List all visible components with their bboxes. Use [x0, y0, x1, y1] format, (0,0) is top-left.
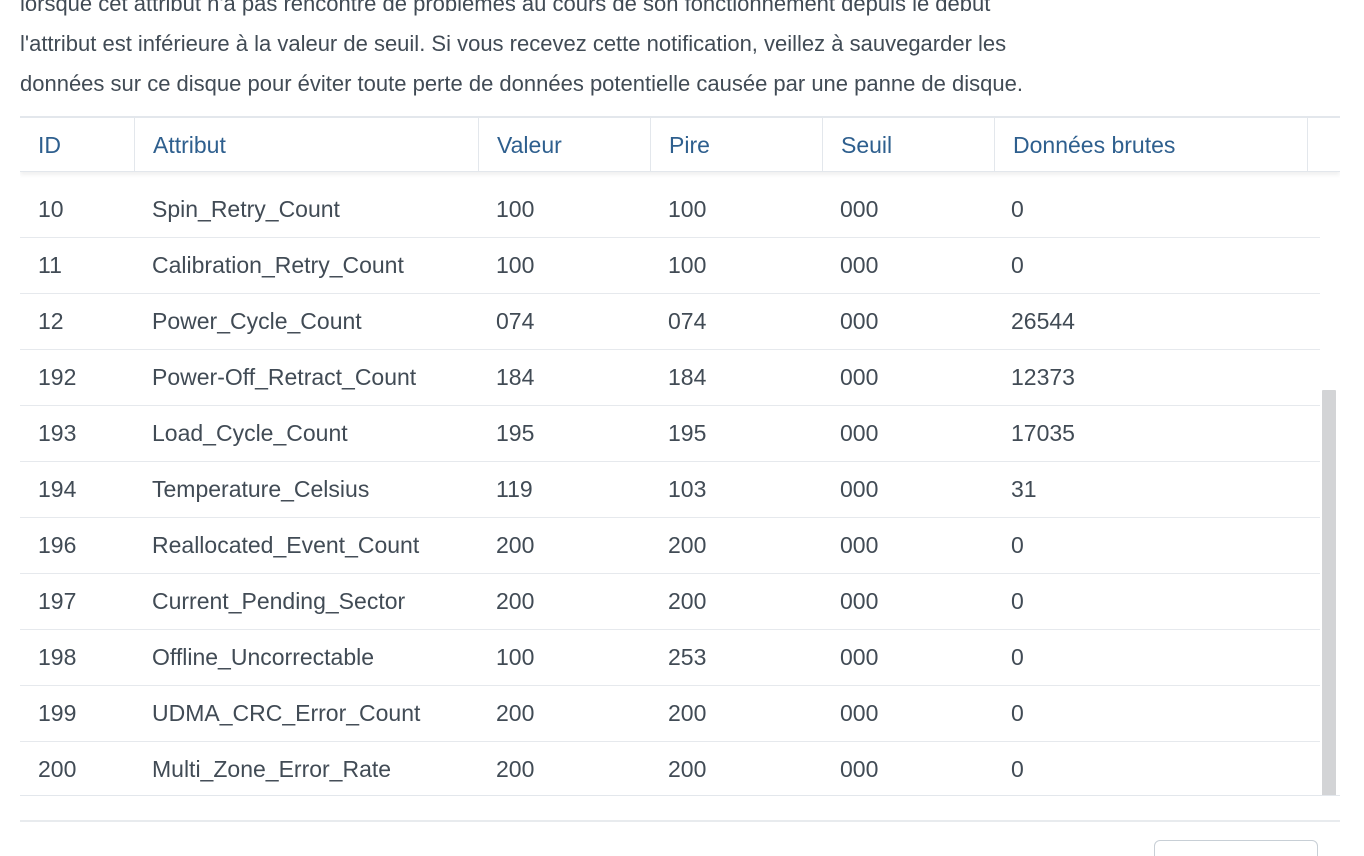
table-row[interactable]: 200 Multi_Zone_Error_Rate 200 200 000 0 [20, 742, 1320, 795]
cell-raw-data: 17035 [1011, 420, 1075, 446]
vertical-scrollbar[interactable] [1322, 390, 1336, 795]
cell-id: 193 [38, 420, 77, 446]
cell-id: 194 [38, 476, 77, 502]
column-header-value[interactable]: Valeur [478, 118, 650, 172]
cell-raw-data: 0 [1011, 756, 1024, 782]
description-line: lorsque cet attribut n'a pas rencontré d… [20, 0, 991, 16]
footer-button[interactable] [1154, 840, 1318, 856]
cell-threshold: 000 [840, 700, 879, 726]
cell-worst: 253 [668, 644, 707, 670]
table-row[interactable]: 199 UDMA_CRC_Error_Count 200 200 000 0 [20, 686, 1320, 742]
cell-attribute: Temperature_Celsius [152, 476, 370, 502]
cell-threshold: 000 [840, 196, 879, 222]
cell-id: 196 [38, 532, 77, 558]
cell-threshold: 000 [840, 252, 879, 278]
description-line: l'attribut est inférieure à la valeur de… [20, 31, 1007, 56]
cell-worst: 200 [668, 700, 707, 726]
cell-raw-data: 0 [1011, 644, 1024, 670]
column-header-spacer [1307, 118, 1340, 172]
cell-threshold: 000 [840, 476, 879, 502]
column-header-raw-data[interactable]: Données brutes [994, 118, 1307, 172]
grid-body: 10 Spin_Retry_Count 100 100 000 0 11 Calibratio… [20, 182, 1320, 795]
cell-attribute: Calibration_Retry_Count [152, 252, 404, 278]
cell-worst: 100 [668, 196, 707, 222]
cell-threshold: 000 [840, 308, 879, 334]
cell-worst: 200 [668, 756, 707, 782]
cell-threshold: 000 [840, 644, 879, 670]
cell-worst: 103 [668, 476, 707, 502]
column-header-attribute[interactable]: Attribut [134, 118, 478, 172]
cell-id: 12 [38, 308, 64, 334]
cell-id: 198 [38, 644, 77, 670]
column-header-id[interactable]: ID [20, 118, 134, 172]
cell-raw-data: 26544 [1011, 308, 1075, 334]
cell-id: 199 [38, 700, 77, 726]
cell-worst: 200 [668, 588, 707, 614]
table-row[interactable]: 198 Offline_Uncorrectable 100 253 000 0 [20, 630, 1320, 686]
cell-raw-data: 0 [1011, 532, 1024, 558]
column-header-worst[interactable]: Pire [650, 118, 822, 172]
cell-attribute: UDMA_CRC_Error_Count [152, 700, 421, 726]
cell-worst: 195 [668, 420, 707, 446]
cell-id: 197 [38, 588, 77, 614]
cell-worst: 184 [668, 364, 707, 390]
table-row[interactable]: 194 Temperature_Celsius 119 103 000 31 [20, 462, 1320, 518]
cell-value: 200 [496, 700, 535, 726]
cell-attribute: Multi_Zone_Error_Rate [152, 756, 392, 782]
cell-value: 200 [496, 756, 535, 782]
footer-divider [20, 820, 1340, 824]
table-row[interactable]: 196 Reallocated_Event_Count 200 200 000 0 [20, 518, 1320, 574]
cell-attribute: Offline_Uncorrectable [152, 644, 375, 670]
cell-id: 200 [38, 756, 77, 782]
cell-raw-data: 0 [1011, 588, 1024, 614]
cell-raw-data: 0 [1011, 252, 1024, 278]
cell-value: 200 [496, 532, 535, 558]
cell-worst: 100 [668, 252, 707, 278]
table-row[interactable]: 197 Current_Pending_Sector 200 200 000 0 [20, 574, 1320, 630]
cell-value: 195 [496, 420, 535, 446]
cell-attribute: Current_Pending_Sector [152, 588, 406, 614]
cell-threshold: 000 [840, 420, 879, 446]
cell-raw-data: 31 [1011, 476, 1037, 502]
table-row[interactable]: 193 Load_Cycle_Count 195 195 000 17035 [20, 406, 1320, 462]
smart-attributes-grid: ID Attribut Valeur Pire Seuil Données br… [20, 116, 1340, 796]
cell-raw-data: 0 [1011, 196, 1024, 222]
cell-threshold: 000 [840, 364, 879, 390]
cell-attribute: Power_Cycle_Count [152, 308, 362, 334]
cell-attribute: Power-Off_Retract_Count [152, 364, 417, 390]
cell-value: 100 [496, 252, 535, 278]
table-row[interactable]: 11 Calibration_Retry_Count 100 100 000 0 [20, 238, 1320, 294]
cell-attribute: Spin_Retry_Count [152, 196, 340, 222]
description-text: lorsque cet attribut n'a pas rencontré d… [20, 0, 1340, 104]
cell-value: 074 [496, 308, 535, 334]
description-line: données sur ce disque pour éviter toute … [20, 71, 1023, 96]
cell-raw-data: 0 [1011, 700, 1024, 726]
cell-id: 10 [38, 196, 64, 222]
grid-header: ID Attribut Valeur Pire Seuil Données br… [20, 118, 1340, 172]
cell-threshold: 000 [840, 756, 879, 782]
cell-id: 11 [38, 252, 62, 278]
cell-attribute: Reallocated_Event_Count [152, 532, 420, 558]
cell-id: 192 [38, 364, 77, 390]
cell-value: 184 [496, 364, 535, 390]
cell-worst: 200 [668, 532, 707, 558]
table-row[interactable]: 192 Power-Off_Retract_Count 184 184 000 12373 [20, 350, 1320, 406]
cell-value: 119 [496, 476, 533, 502]
table-row[interactable]: 10 Spin_Retry_Count 100 100 000 0 [20, 182, 1320, 238]
cell-raw-data: 12373 [1011, 364, 1075, 390]
cell-value: 200 [496, 588, 535, 614]
table-row[interactable]: 12 Power_Cycle_Count 074 074 000 26544 [20, 294, 1320, 350]
cell-value: 100 [496, 196, 535, 222]
cell-threshold: 000 [840, 588, 879, 614]
cell-threshold: 000 [840, 532, 879, 558]
cell-worst: 074 [668, 308, 707, 334]
cell-attribute: Load_Cycle_Count [152, 420, 348, 446]
column-header-threshold[interactable]: Seuil [822, 118, 994, 172]
cell-value: 100 [496, 644, 535, 670]
